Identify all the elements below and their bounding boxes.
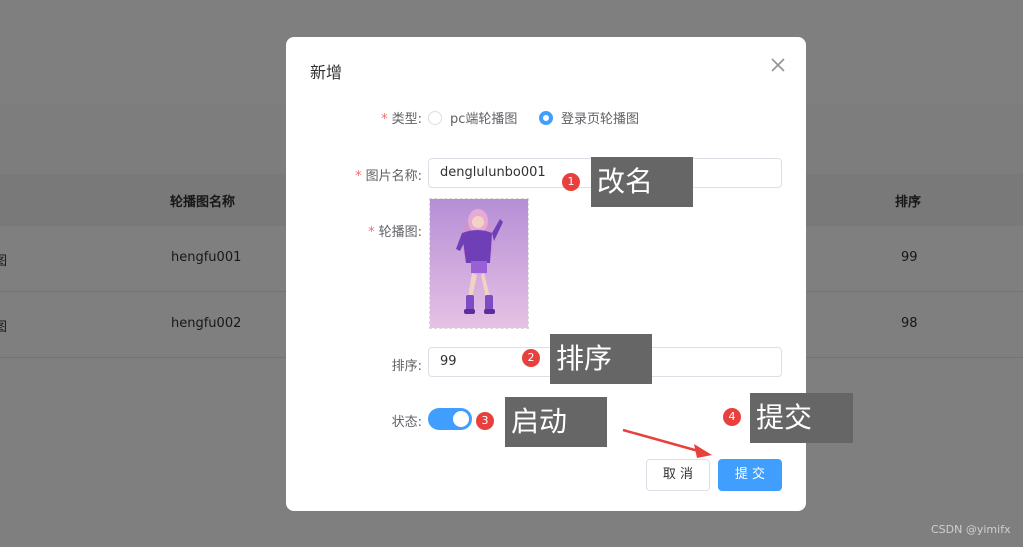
watermark: CSDN @yimifx: [931, 523, 1011, 536]
annotation-arrow-icon: [622, 428, 712, 458]
